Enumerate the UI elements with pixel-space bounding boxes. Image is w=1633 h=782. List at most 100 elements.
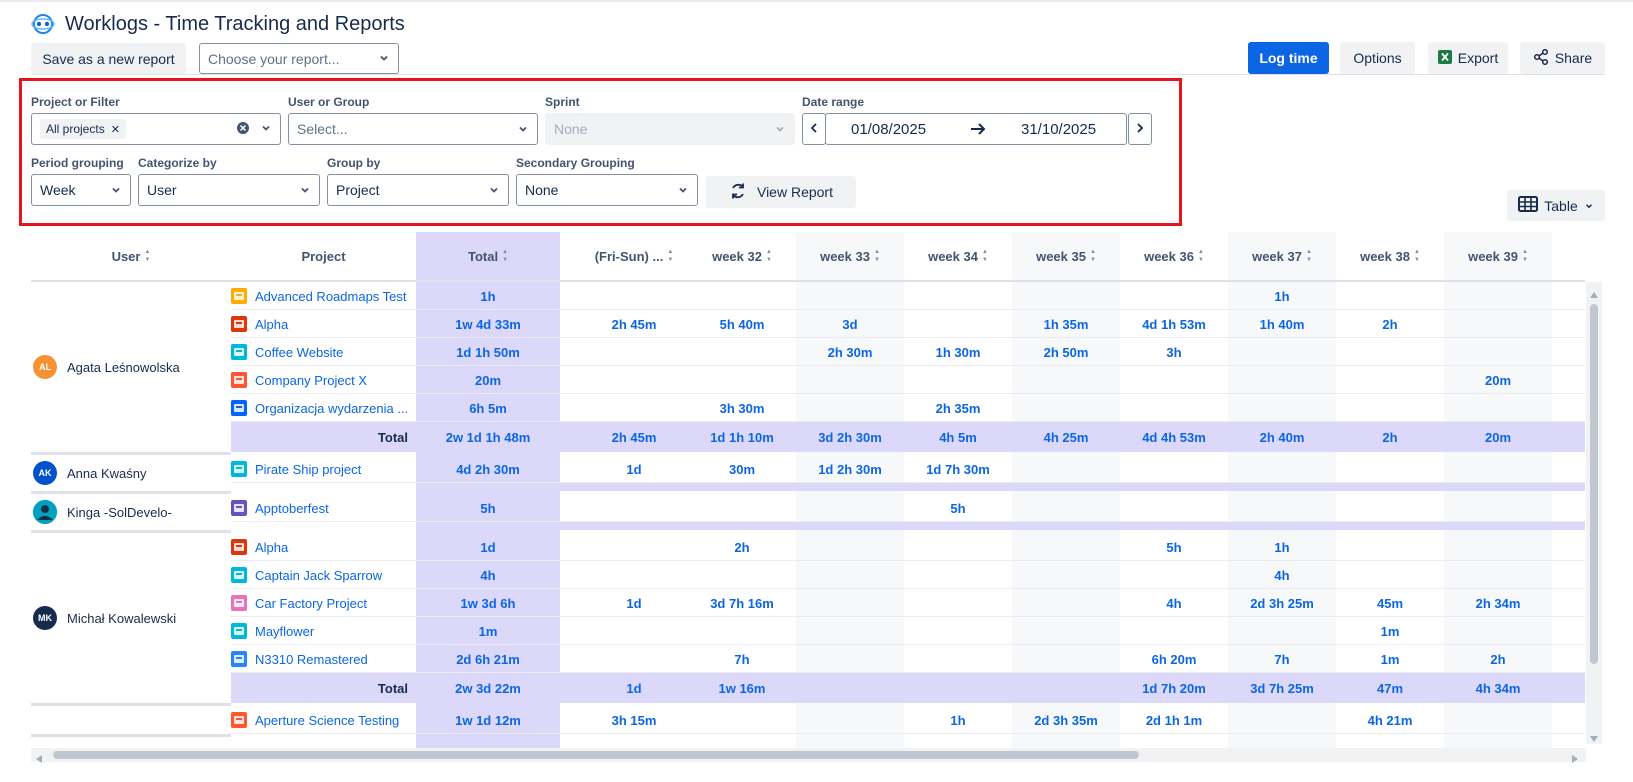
project-name-link[interactable]: Alpha <box>255 317 288 332</box>
table-row-project[interactable]: Pirate Ship project <box>231 455 416 483</box>
week-cell[interactable]: 2h 45m <box>580 310 688 338</box>
week-cell[interactable]: 3d <box>796 310 904 338</box>
table-row-project[interactable]: Aperture Science Testing <box>231 706 416 734</box>
project-name-link[interactable]: Pirate Ship project <box>255 462 361 477</box>
project-name-link[interactable]: Advanced Roadmaps Test <box>255 289 407 304</box>
week-cell[interactable]: 4h 21m <box>1336 706 1444 734</box>
week-cell[interactable]: 2h 35m <box>904 394 1012 422</box>
date-from-input[interactable]: 01/08/2025 <box>851 121 926 138</box>
week-cell[interactable]: 1h 40m <box>1228 310 1336 338</box>
project-name-link[interactable]: Aperture Science Testing <box>255 713 399 728</box>
remove-tag-icon[interactable]: ✕ <box>111 123 120 136</box>
week-cell[interactable]: 5h 40m <box>688 310 796 338</box>
week-cell[interactable]: 1m <box>1336 617 1444 645</box>
week-cell[interactable]: 1d 2h 30m <box>796 455 904 483</box>
project-name-link[interactable]: Company Project X <box>255 373 367 388</box>
table-row-project[interactable]: Apptoberfest <box>231 494 416 522</box>
project-name-link[interactable]: N3310 Remastered <box>255 652 368 667</box>
column-header-6[interactable]: week 34 ▲ ▼ <box>904 232 1012 280</box>
week-cell[interactable]: 3d 7h 16m <box>688 589 796 617</box>
week-cell[interactable]: 4d 1h 53m <box>1120 310 1228 338</box>
week-cell[interactable]: 5h <box>1120 533 1228 561</box>
date-to-input[interactable]: 31/10/2025 <box>1021 121 1096 138</box>
table-row-project[interactable]: Advanced Roadmaps Test <box>231 282 416 310</box>
week-cell[interactable]: 4h <box>1228 561 1336 589</box>
table-row-project[interactable]: N3310 Remastered <box>231 645 416 673</box>
table-row-project[interactable]: Organizacja wydarzenia ... <box>231 394 416 422</box>
table-row-project[interactable]: Mayflower <box>231 617 416 645</box>
week-cell[interactable]: 1m <box>1336 645 1444 673</box>
table-row-project[interactable]: Company Project X <box>231 366 416 394</box>
table-row-project[interactable]: Car Factory Project <box>231 589 416 617</box>
column-header-4[interactable]: week 32 ▲ ▼ <box>688 232 796 280</box>
week-cell[interactable]: 1d <box>580 455 688 483</box>
week-cell[interactable]: 3h <box>1120 338 1228 366</box>
week-cell[interactable]: 2d 1h 1m <box>1120 706 1228 734</box>
clear-icon[interactable] <box>236 121 250 138</box>
week-cell[interactable]: 2h 34m <box>1444 589 1552 617</box>
all-projects-tag[interactable]: All projects ✕ <box>40 119 126 139</box>
week-cell[interactable]: 4h <box>1120 589 1228 617</box>
user-cell[interactable]: Kinga -SolDevelo- <box>33 500 172 524</box>
choose-report-select[interactable]: Choose your report... <box>199 43 399 74</box>
group-by-select[interactable]: Project <box>327 174 509 206</box>
week-cell[interactable]: 30m <box>688 455 796 483</box>
scroll-right-icon[interactable] <box>1571 751 1579 767</box>
week-cell[interactable]: 1h <box>904 706 1012 734</box>
column-header-11[interactable]: week 39 ▲ ▼ <box>1444 232 1552 280</box>
table-row-project[interactable]: Captain Jack Sparrow <box>231 561 416 589</box>
scroll-down-icon[interactable] <box>1589 730 1599 746</box>
week-cell[interactable]: 20m <box>1444 366 1552 394</box>
week-cell[interactable]: 2d 3h 25m <box>1228 589 1336 617</box>
vertical-scroll-thumb[interactable] <box>1590 304 1598 664</box>
log-time-button[interactable]: Log time <box>1248 42 1329 74</box>
share-button[interactable]: Share <box>1520 42 1605 74</box>
week-cell[interactable]: 3h 30m <box>688 394 796 422</box>
week-cell[interactable]: 2h <box>1336 310 1444 338</box>
project-name-link[interactable]: Car Factory Project <box>255 596 367 611</box>
week-cell[interactable]: 1h 35m <box>1012 310 1120 338</box>
week-cell[interactable]: 3h 15m <box>580 706 688 734</box>
table-row-project[interactable]: Coffee Website <box>231 338 416 366</box>
view-toggle-button[interactable]: Table <box>1507 190 1605 221</box>
project-name-link[interactable]: Coffee Website <box>255 345 343 360</box>
column-header-5[interactable]: week 33 ▲ ▼ <box>796 232 904 280</box>
week-cell[interactable]: 1d <box>580 589 688 617</box>
user-cell[interactable]: AK Anna Kwaśny <box>33 461 147 485</box>
column-header-0[interactable]: User ▲ ▼ <box>31 232 231 280</box>
week-cell[interactable]: 1h 30m <box>904 338 1012 366</box>
project-name-link[interactable]: Organizacja wydarzenia ... <box>255 401 408 416</box>
week-cell[interactable]: 7h <box>1228 645 1336 673</box>
column-header-7[interactable]: week 35 ▲ ▼ <box>1012 232 1120 280</box>
options-button[interactable]: Options <box>1340 42 1415 74</box>
week-cell[interactable]: 2h <box>1444 645 1552 673</box>
project-name-link[interactable]: Apptoberfest <box>255 501 329 516</box>
column-header-8[interactable]: week 36 ▲ ▼ <box>1120 232 1228 280</box>
user-group-select[interactable]: Select... <box>288 113 538 145</box>
week-cell[interactable]: 5h <box>904 494 1012 522</box>
week-cell[interactable]: 1h <box>1228 533 1336 561</box>
week-cell[interactable]: 2h <box>688 533 796 561</box>
categorize-by-select[interactable]: User <box>138 174 320 206</box>
vertical-scrollbar[interactable] <box>1586 282 1602 744</box>
week-cell[interactable]: 1h <box>1228 282 1336 310</box>
column-header-9[interactable]: week 37 ▲ ▼ <box>1228 232 1336 280</box>
table-row-project[interactable]: Alpha <box>231 310 416 338</box>
column-header-3[interactable]: (Fri-Sun) ... ▲ ▼ <box>580 232 688 280</box>
project-name-link[interactable]: Mayflower <box>255 624 314 639</box>
week-cell[interactable]: 2h 50m <box>1012 338 1120 366</box>
user-cell[interactable]: AL Agata Leśnowolska <box>33 355 180 379</box>
table-row-project[interactable]: Alpha <box>231 533 416 561</box>
period-grouping-select[interactable]: Week <box>31 174 131 206</box>
export-button[interactable]: Export <box>1428 42 1508 74</box>
week-cell[interactable]: 45m <box>1336 589 1444 617</box>
project-name-link[interactable]: Captain Jack Sparrow <box>255 568 382 583</box>
week-cell[interactable]: 6h 20m <box>1120 645 1228 673</box>
column-header-2[interactable]: Total ▲ ▼ <box>416 232 560 280</box>
user-cell[interactable]: MK Michał Kowalewski <box>33 606 176 630</box>
next-period-button[interactable] <box>1128 113 1152 145</box>
week-cell[interactable]: 2h 30m <box>796 338 904 366</box>
column-header-1[interactable]: Project <box>231 232 416 280</box>
scroll-up-icon[interactable] <box>1589 286 1599 302</box>
date-range-field[interactable]: 01/08/2025 31/10/2025 <box>825 113 1127 145</box>
